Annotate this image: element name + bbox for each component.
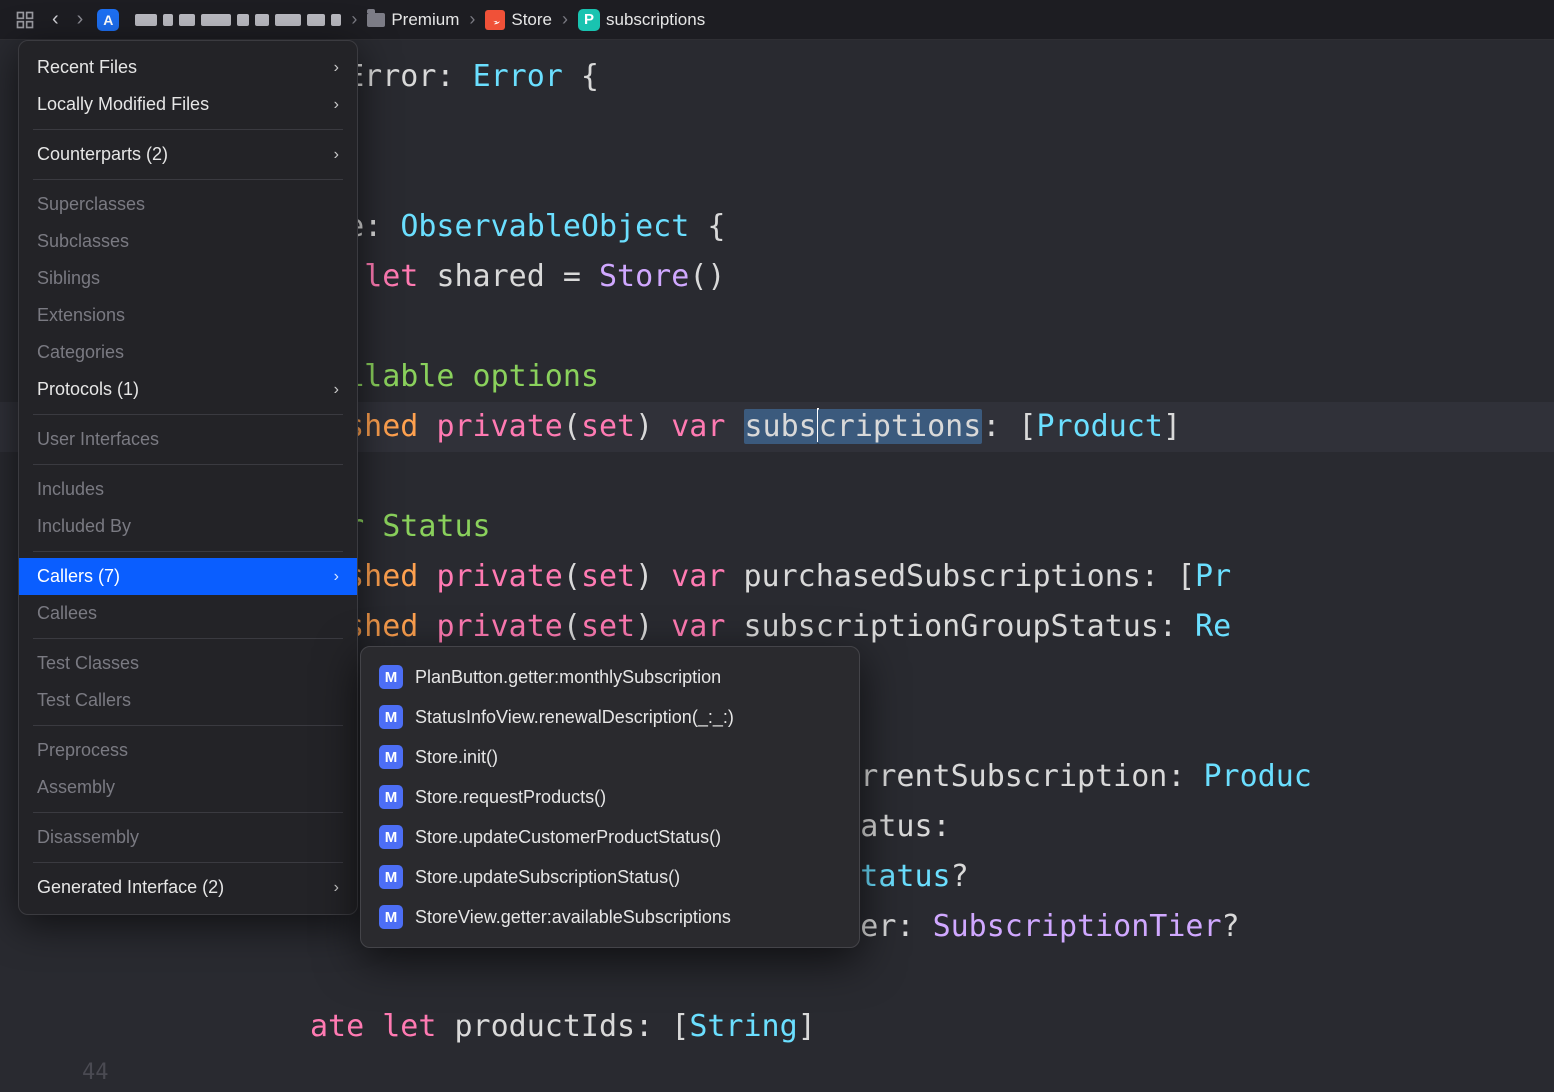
menu-separator xyxy=(33,638,343,639)
menu-separator xyxy=(33,551,343,552)
caller-item[interactable]: M PlanButton.getter:monthlySubscription xyxy=(361,657,859,697)
menu-separator xyxy=(33,812,343,813)
menu-item-locally-modified[interactable]: Locally Modified Files › xyxy=(19,86,357,123)
swift-icon xyxy=(485,10,505,30)
caller-item[interactable]: M Store.updateSubscriptionStatus() xyxy=(361,857,859,897)
chevron-right-icon: › xyxy=(334,879,339,897)
chevron-right-icon: › xyxy=(469,9,475,30)
menu-item-label: User Interfaces xyxy=(37,429,159,450)
caller-item-label: PlanButton.getter:monthlySubscription xyxy=(415,667,721,688)
chevron-right-icon: › xyxy=(351,9,357,30)
menu-item-label: Superclasses xyxy=(37,194,145,215)
menu-item-label: Siblings xyxy=(37,268,100,289)
breadcrumb-label: Store xyxy=(511,10,552,30)
menu-item-assembly: Assembly xyxy=(19,769,357,806)
menu-item-label: Includes xyxy=(37,479,104,500)
chevron-right-icon: › xyxy=(562,9,568,30)
chevron-right-icon: › xyxy=(334,96,339,114)
breadcrumb-label: Premium xyxy=(391,10,459,30)
redacted-path xyxy=(135,14,341,26)
menu-item-label: Test Classes xyxy=(37,653,139,674)
menu-item-callers[interactable]: Callers (7) › xyxy=(19,558,357,595)
method-badge-icon: M xyxy=(379,825,403,849)
menu-item-label: Disassembly xyxy=(37,827,139,848)
caller-item[interactable]: M StoreView.getter:availableSubscriptions xyxy=(361,897,859,937)
breadcrumb-symbol[interactable]: P subscriptions xyxy=(578,9,705,31)
menu-item-label: Assembly xyxy=(37,777,115,798)
menu-item-label: Callers (7) xyxy=(37,566,120,587)
menu-item-label: Extensions xyxy=(37,305,125,326)
related-items-menu: Recent Files›Locally Modified Files›Coun… xyxy=(18,40,358,915)
property-badge-icon: P xyxy=(578,9,600,31)
method-badge-icon: M xyxy=(379,665,403,689)
method-badge-icon: M xyxy=(379,705,403,729)
caller-item[interactable]: M StatusInfoView.renewalDescription(_:_:) xyxy=(361,697,859,737)
menu-item-label: Generated Interface (2) xyxy=(37,877,224,898)
menu-item-label: Included By xyxy=(37,516,131,537)
menu-item-label: Test Callers xyxy=(37,690,131,711)
menu-item-generated-iface[interactable]: Generated Interface (2) › xyxy=(19,869,357,906)
caller-item-label: Store.init() xyxy=(415,747,498,768)
menu-separator xyxy=(33,179,343,180)
menu-item-includes: Includes xyxy=(19,471,357,508)
method-badge-icon: M xyxy=(379,865,403,889)
editor-toolbar: ‹ › A › Premium › Store › P subscription… xyxy=(0,0,1554,40)
caller-item[interactable]: M Store.updateCustomerProductStatus() xyxy=(361,817,859,857)
related-items-icon[interactable] xyxy=(12,7,38,33)
menu-item-superclasses: Superclasses xyxy=(19,186,357,223)
menu-item-label: Counterparts (2) xyxy=(37,144,168,165)
menu-separator xyxy=(33,129,343,130)
menu-item-test-classes: Test Classes xyxy=(19,645,357,682)
method-badge-icon: M xyxy=(379,745,403,769)
caller-item-label: StatusInfoView.renewalDescription(_:_:) xyxy=(415,707,734,728)
breadcrumb-folder[interactable]: Premium xyxy=(367,10,459,30)
menu-separator xyxy=(33,414,343,415)
caller-item-label: Store.requestProducts() xyxy=(415,787,606,808)
breadcrumb-label: subscriptions xyxy=(606,10,705,30)
menu-item-subclasses: Subclasses xyxy=(19,223,357,260)
menu-separator xyxy=(33,862,343,863)
menu-item-test-callers: Test Callers xyxy=(19,682,357,719)
menu-item-counterparts[interactable]: Counterparts (2) › xyxy=(19,136,357,173)
caller-item[interactable]: M Store.init() xyxy=(361,737,859,777)
menu-item-user-interfaces: User Interfaces xyxy=(19,421,357,458)
menu-item-label: Protocols (1) xyxy=(37,379,139,400)
menu-item-callees: Callees xyxy=(19,595,357,632)
breadcrumb-file[interactable]: Store xyxy=(485,10,552,30)
menu-item-label: Callees xyxy=(37,603,97,624)
chevron-right-icon: › xyxy=(334,381,339,399)
menu-item-label: Categories xyxy=(37,342,124,363)
menu-item-extensions: Extensions xyxy=(19,297,357,334)
caller-item[interactable]: M Store.requestProducts() xyxy=(361,777,859,817)
menu-item-siblings: Siblings xyxy=(19,260,357,297)
caller-item-label: Store.updateSubscriptionStatus() xyxy=(415,867,680,888)
menu-item-protocols[interactable]: Protocols (1) › xyxy=(19,371,357,408)
folder-icon xyxy=(367,13,385,27)
menu-item-included-by: Included By xyxy=(19,508,357,545)
menu-separator xyxy=(33,725,343,726)
menu-item-label: Preprocess xyxy=(37,740,128,761)
menu-item-preprocess: Preprocess xyxy=(19,732,357,769)
callers-submenu: MPlanButton.getter:monthlySubscriptionMS… xyxy=(360,646,860,948)
line-number: 44 xyxy=(82,1060,109,1085)
chevron-right-icon: › xyxy=(334,146,339,164)
menu-item-recent-files[interactable]: Recent Files › xyxy=(19,49,357,86)
menu-separator xyxy=(33,464,343,465)
nav-forward-button[interactable]: › xyxy=(73,8,88,31)
chevron-right-icon: › xyxy=(334,568,339,586)
menu-item-label: Subclasses xyxy=(37,231,129,252)
caller-item-label: StoreView.getter:availableSubscriptions xyxy=(415,907,731,928)
chevron-right-icon: › xyxy=(334,59,339,77)
menu-item-label: Locally Modified Files xyxy=(37,94,209,115)
method-badge-icon: M xyxy=(379,905,403,929)
nav-back-button[interactable]: ‹ xyxy=(48,8,63,31)
project-icon[interactable]: A xyxy=(97,9,119,31)
menu-item-disassembly: Disassembly xyxy=(19,819,357,856)
menu-item-label: Recent Files xyxy=(37,57,137,78)
menu-item-categories: Categories xyxy=(19,334,357,371)
method-badge-icon: M xyxy=(379,785,403,809)
caller-item-label: Store.updateCustomerProductStatus() xyxy=(415,827,721,848)
